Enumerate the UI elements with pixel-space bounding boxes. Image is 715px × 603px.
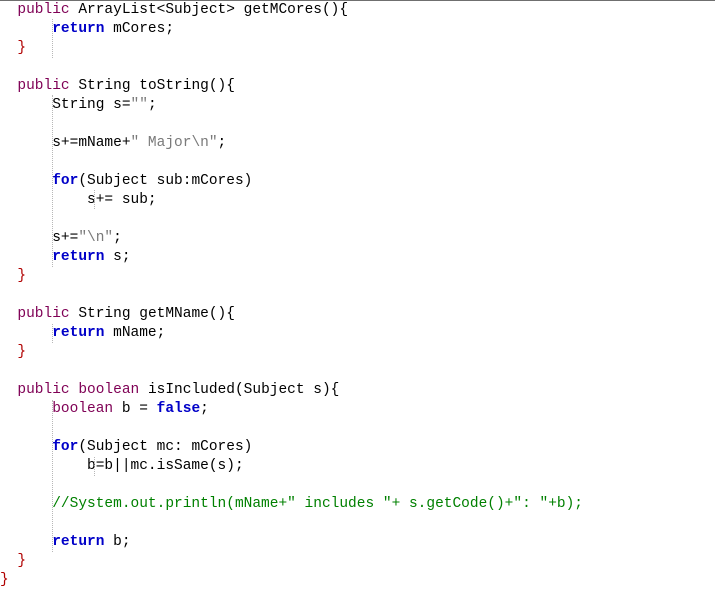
code-line: boolean b = false; [0, 400, 209, 419]
code-token: public [0, 306, 79, 322]
code-line: for(Subject mc: mCores) [0, 438, 252, 457]
code-token: s+=mName+ [0, 135, 131, 151]
code-token: "\n" [78, 230, 114, 246]
code-token: isIncluded(Subject s){ [147, 382, 340, 398]
indent-guide [94, 457, 95, 476]
code-token: (Subject sub:mCores) [78, 173, 253, 189]
code-line: return b; [0, 533, 131, 552]
indent-guide [52, 324, 53, 343]
code-token: return [0, 534, 114, 550]
code-line: } [0, 267, 26, 286]
code-token: "" [130, 97, 148, 113]
code-token: s+= [0, 230, 79, 246]
code-token: b; [113, 534, 131, 550]
code-line: public ArrayList<Subject> getMCores(){ [0, 1, 348, 20]
code-line: } [0, 343, 26, 362]
code-token: ; [147, 97, 157, 113]
code-token: ArrayList<Subject> getMCores(){ [78, 2, 349, 18]
code-token: } [0, 40, 27, 56]
code-line: } [0, 39, 26, 58]
code-token: return [0, 325, 114, 341]
indent-guide [52, 19, 53, 58]
code-line: s+=mName+" Major\n"; [0, 134, 226, 153]
code-line: public String toString(){ [0, 77, 235, 96]
code-line: return mCores; [0, 20, 174, 39]
code-token: return [0, 249, 114, 265]
code-token: ; [113, 230, 122, 246]
code-token: mName; [113, 325, 166, 341]
code-line: s+="\n"; [0, 229, 122, 248]
code-token: boolean [0, 401, 122, 417]
code-editor[interactable]: public ArrayList<Subject> getMCores(){ r… [0, 0, 715, 603]
code-line: b=b||mc.isSame(s); [0, 457, 244, 476]
code-line: public boolean isIncluded(Subject s){ [0, 381, 339, 400]
code-line: } [0, 552, 26, 571]
code-line: return s; [0, 248, 131, 267]
code-line: String s=""; [0, 96, 157, 115]
code-token: b=b||mc.isSame(s); [0, 458, 244, 474]
code-line: s+= sub; [0, 191, 157, 210]
code-token: (Subject mc: mCores) [78, 439, 253, 455]
code-token: String getMName(){ [78, 306, 235, 322]
code-token: } [0, 344, 27, 360]
code-token: String s= [0, 97, 131, 113]
code-token: boolean [78, 382, 148, 398]
code-token: } [0, 553, 27, 569]
code-line: return mName; [0, 324, 165, 343]
code-token: b = [121, 401, 157, 417]
code-token: ; [217, 135, 227, 151]
code-token: mCores; [113, 21, 175, 37]
code-line: } [0, 571, 9, 590]
code-token: s; [113, 249, 131, 265]
code-token: " Major\n" [130, 135, 218, 151]
code-line: //System.out.println(mName+" includes "+… [0, 495, 583, 514]
code-token: s+= sub; [0, 192, 157, 208]
code-token: } [0, 572, 9, 588]
code-token: for [0, 173, 79, 189]
code-line: for(Subject sub:mCores) [0, 172, 252, 191]
code-token: for [0, 439, 79, 455]
code-token: public [0, 78, 79, 94]
code-token: //System.out.println(mName+" includes "+… [0, 496, 583, 512]
code-token: String toString(){ [78, 78, 235, 94]
code-token: return [0, 21, 114, 37]
code-line: public String getMName(){ [0, 305, 235, 324]
indent-guide [94, 190, 95, 209]
code-token: } [0, 268, 27, 284]
code-token: false [156, 401, 201, 417]
code-token: public [0, 382, 79, 398]
indent-guide [52, 95, 53, 267]
code-token: public [0, 2, 79, 18]
indent-guide [52, 400, 53, 552]
code-token: ; [200, 401, 209, 417]
